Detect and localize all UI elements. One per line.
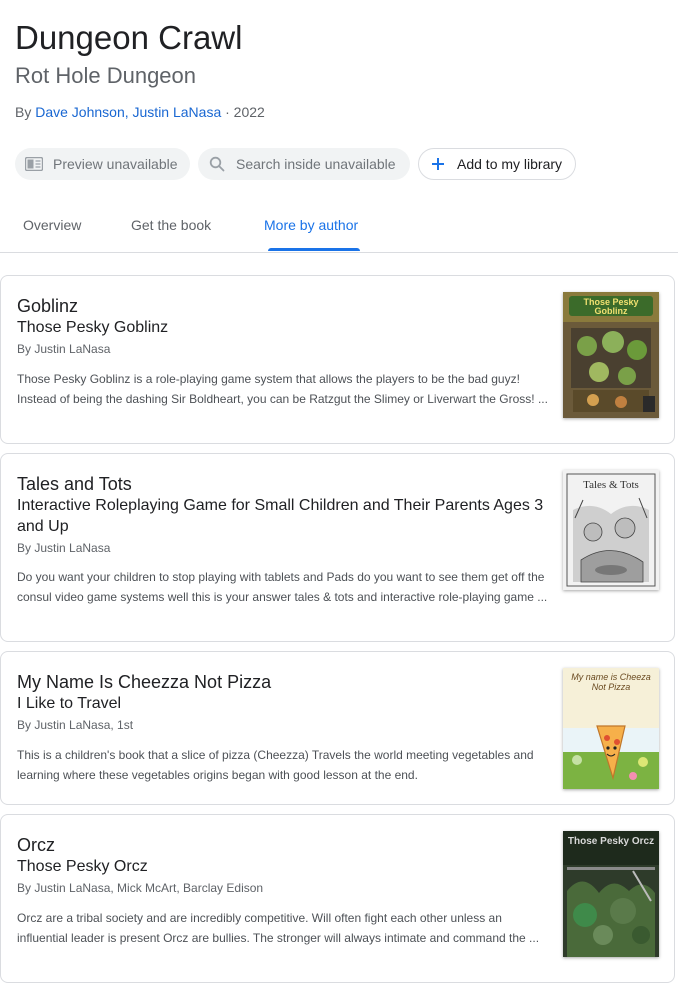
result-title[interactable]: My Name Is Cheezza Not Pizza xyxy=(17,671,271,693)
search-inside-button: Search inside unavailable xyxy=(198,148,410,180)
search-icon xyxy=(208,155,226,173)
tab-more-by-author[interactable]: More by author xyxy=(264,216,358,234)
result-byline: By Justin LaNasa xyxy=(17,342,111,356)
search-inside-label: Search inside unavailable xyxy=(236,156,396,172)
result-subtitle: Those Pesky Orcz xyxy=(17,858,148,875)
result-title[interactable]: Tales and Tots xyxy=(17,473,132,495)
tab-get-the-book[interactable]: Get the book xyxy=(131,216,211,234)
plus-icon xyxy=(429,155,447,173)
result-card[interactable]: My Name Is Cheezza Not Pizza I Like to T… xyxy=(0,651,675,805)
book-subtitle: Rot Hole Dungeon xyxy=(15,63,197,88)
book-cover-orcz[interactable]: Those Pesky Orcz xyxy=(563,831,659,957)
result-card[interactable]: Goblinz Those Pesky Goblinz By Justin La… xyxy=(0,275,675,444)
result-description: Orcz are a tribal society and are incred… xyxy=(17,911,540,945)
result-subtitle: Interactive Roleplaying Game for Small C… xyxy=(17,497,544,535)
preview-button: Preview unavailable xyxy=(15,148,190,180)
tab-bar: Overview Get the book More by author xyxy=(0,200,678,253)
add-to-library-button[interactable]: Add to my library xyxy=(418,148,576,180)
cover-text: My name is Cheeza Not Pizza xyxy=(571,672,651,692)
result-title[interactable]: Orcz xyxy=(17,834,55,856)
result-subtitle: Those Pesky Goblinz xyxy=(17,319,169,336)
result-byline: By Justin LaNasa xyxy=(17,541,111,555)
book-cover-cheezza[interactable]: My name is Cheeza Not Pizza xyxy=(563,668,659,789)
book-byline: By Dave Johnson, Justin LaNasa · 2022 xyxy=(15,102,265,122)
result-card[interactable]: Tales and Tots Interactive Roleplaying G… xyxy=(0,453,675,642)
cover-art xyxy=(563,831,659,957)
book-title: Dungeon Crawl xyxy=(15,19,243,56)
preview-label: Preview unavailable xyxy=(53,156,178,172)
book-cover-tales-and-tots[interactable]: Tales & Tots xyxy=(563,470,659,590)
result-byline: By Justin LaNasa, 1st xyxy=(17,718,134,732)
result-description: Do you want your children to stop playin… xyxy=(17,570,548,604)
publish-year: · 2022 xyxy=(221,104,265,120)
result-byline: By Justin LaNasa, Mick McArt, Barclay Ed… xyxy=(17,881,264,895)
cover-text: Those Pesky Orcz xyxy=(567,836,655,847)
active-tab-indicator xyxy=(268,248,360,251)
authors-link[interactable]: Dave Johnson, Justin LaNasa xyxy=(35,104,221,120)
result-title[interactable]: Goblinz xyxy=(17,295,78,317)
tab-overview[interactable]: Overview xyxy=(23,216,81,234)
book-preview-icon xyxy=(25,155,43,173)
book-cover-goblinz[interactable]: Those Pesky Goblinz xyxy=(563,292,659,418)
by-prefix: By xyxy=(15,104,36,120)
cover-text: Those Pesky Goblinz xyxy=(583,297,639,316)
result-description: Those Pesky Goblinz is a role-playing ga… xyxy=(17,372,548,406)
result-subtitle: I Like to Travel xyxy=(17,695,122,712)
result-description: This is a children's book that a slice o… xyxy=(17,748,534,782)
cover-text: Tales & Tots xyxy=(583,479,639,491)
add-library-label: Add to my library xyxy=(457,156,563,172)
result-card[interactable]: Orcz Those Pesky Orcz By Justin LaNasa, … xyxy=(0,814,675,983)
